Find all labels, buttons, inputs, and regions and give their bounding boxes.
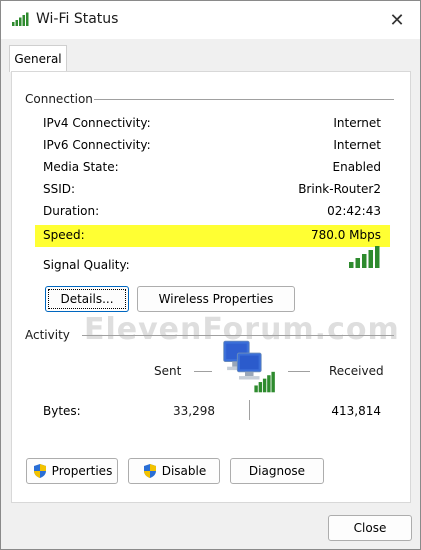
speed-value: 780.0 Mbps <box>310 228 381 242</box>
sent-label: Sent <box>154 364 182 378</box>
uac-shield-icon <box>143 464 156 478</box>
ipv6-label: IPv6 Connectivity: <box>43 138 151 152</box>
uac-shield-icon <box>33 464 46 478</box>
connection-divider <box>94 99 394 100</box>
wifi-status-window: Wi-Fi Status ✕ General Connection IPv4 C… <box>0 0 421 550</box>
close-button-label: Close <box>353 521 387 535</box>
speed-label: Speed: <box>43 228 85 242</box>
properties-button-label: Properties <box>51 464 113 478</box>
ipv6-value: Internet <box>333 138 381 152</box>
details-button[interactable]: Details... <box>45 286 129 312</box>
wifi-signal-icon <box>12 12 29 26</box>
bytes-label: Bytes: <box>43 404 81 418</box>
connection-section-label: Connection <box>25 92 93 106</box>
disable-button-label: Disable <box>161 464 207 478</box>
duration-label: Duration: <box>43 204 100 218</box>
tab-general[interactable]: General <box>9 45 67 72</box>
signal-quality-label: Signal Quality: <box>43 258 130 272</box>
signal-quality-icon <box>349 246 380 268</box>
bytes-divider <box>249 400 250 420</box>
tab-strip: General <box>1 39 420 72</box>
media-state-label: Media State: <box>43 160 119 174</box>
title-bar[interactable]: Wi-Fi Status ✕ <box>1 1 420 39</box>
wireless-properties-button[interactable]: Wireless Properties <box>137 286 295 312</box>
window-title: Wi-Fi Status <box>36 11 119 27</box>
ssid-label: SSID: <box>43 182 76 196</box>
close-icon: ✕ <box>389 9 405 31</box>
ipv4-value: Internet <box>333 116 381 130</box>
close-button[interactable]: Close <box>328 515 412 541</box>
activity-section-label: Activity <box>25 328 70 342</box>
ssid-value: Brink-Router2 <box>298 182 381 196</box>
bytes-received-value: 413,814 <box>331 404 381 418</box>
details-button-label: Details... <box>60 292 114 306</box>
diagnose-button-label: Diagnose <box>248 464 306 478</box>
general-panel: Connection IPv4 Connectivity: Internet I… <box>11 71 411 503</box>
tab-general-label: General <box>14 52 62 66</box>
wireless-properties-button-label: Wireless Properties <box>158 292 274 306</box>
network-computers-icon <box>223 340 275 393</box>
received-line <box>288 371 310 372</box>
duration-value: 02:42:43 <box>327 204 381 218</box>
properties-button[interactable]: Properties <box>26 458 118 484</box>
bytes-sent-value: 33,298 <box>173 404 215 418</box>
title-close-button[interactable]: ✕ <box>380 7 414 33</box>
diagnose-button[interactable]: Diagnose <box>230 458 324 484</box>
disable-button[interactable]: Disable <box>128 458 220 484</box>
media-state-value: Enabled <box>332 160 382 174</box>
received-label: Received <box>329 364 384 378</box>
ipv4-label: IPv4 Connectivity: <box>43 116 151 130</box>
